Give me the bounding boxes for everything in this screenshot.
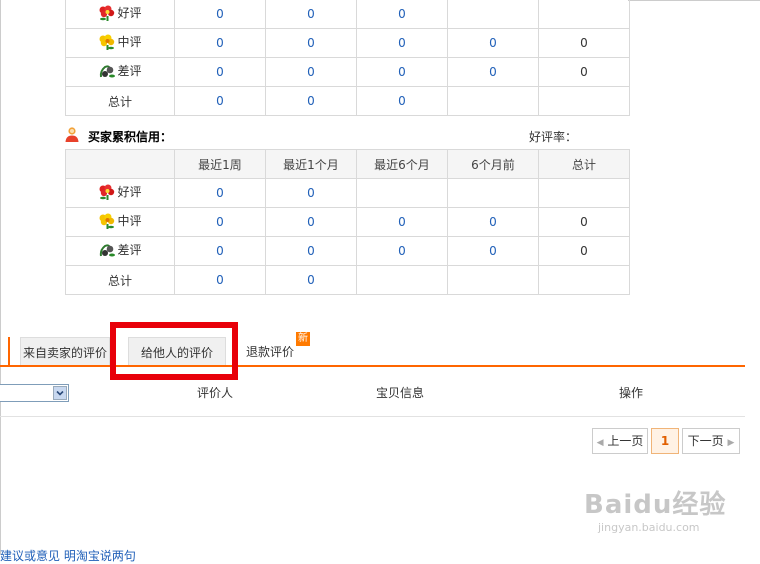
- column-header-item-info: 宝贝信息: [376, 386, 425, 400]
- column-header: [65, 149, 175, 179]
- table-cell[interactable]: 0: [447, 57, 539, 87]
- table-cell[interactable]: 0: [265, 0, 357, 29]
- tab-left-accent: [8, 337, 10, 366]
- table-cell: [538, 86, 630, 116]
- left-border-line: [0, 0, 1, 555]
- buyer-credit-table: 最近1周 最近1个月 最近6个月 6个月前 总计 好评 0 0 中评 0 0 0…: [65, 149, 630, 295]
- chevron-right-icon: ▶: [727, 438, 735, 448]
- table-cell: 0: [538, 207, 630, 237]
- table-cell: [538, 265, 630, 295]
- row-label: 差评: [117, 243, 142, 258]
- column-header: 最近6个月: [356, 149, 448, 179]
- table-cell[interactable]: 0: [356, 28, 448, 58]
- table-cell: [356, 265, 448, 295]
- table-cell[interactable]: 0: [356, 0, 448, 29]
- list-divider: [0, 416, 745, 417]
- row-label: 差评: [117, 64, 142, 79]
- highlight-box: [110, 322, 238, 380]
- table-row: 总计 0 0 0: [65, 86, 630, 116]
- table-cell[interactable]: 0: [356, 57, 448, 87]
- table-row: 差评 0 0 0 0 0: [65, 57, 630, 87]
- table-cell: 0: [538, 57, 630, 87]
- table-cell: 0: [538, 236, 630, 266]
- current-page[interactable]: 1: [651, 428, 679, 454]
- table-row: 好评 0 0 0: [65, 0, 630, 29]
- table-cell[interactable]: 0: [174, 236, 266, 266]
- table-cell: 0: [538, 28, 630, 58]
- positive-rate-label: 好评率：: [529, 130, 578, 144]
- row-label: 中评: [117, 214, 142, 229]
- new-badge: 新: [296, 332, 310, 346]
- prev-page-label: 上一页: [607, 434, 644, 448]
- table-cell[interactable]: 0: [447, 28, 539, 58]
- next-page-label: 下一页: [687, 434, 724, 448]
- table-cell[interactable]: 0: [265, 207, 357, 237]
- table-cell[interactable]: 0: [356, 86, 448, 116]
- row-label: 总计: [65, 86, 175, 116]
- red-flower-icon: [98, 184, 116, 200]
- table-cell: [447, 86, 539, 116]
- table-row: 总计 0 0: [65, 265, 630, 295]
- row-label: 总计: [65, 265, 175, 295]
- column-header-action: 操作: [619, 386, 644, 400]
- table-cell[interactable]: 0: [265, 57, 357, 87]
- column-header-reviewer: 评价人: [197, 386, 234, 400]
- table-cell[interactable]: 0: [174, 86, 266, 116]
- filter-select[interactable]: [0, 384, 69, 402]
- table-cell: [447, 178, 539, 208]
- table-cell[interactable]: 0: [265, 236, 357, 266]
- column-header: 总计: [538, 149, 630, 179]
- watermark-brand: Baidu经验: [584, 490, 727, 520]
- seller-credit-table: 好评 0 0 0 中评 0 0 0 0 0 差评 0 0 0 0 0 总计 0 …: [65, 0, 630, 116]
- table-cell[interactable]: 0: [447, 207, 539, 237]
- tab-from-seller-reviews[interactable]: 来自卖家的评价: [20, 337, 110, 367]
- buyer-avatar-icon: [65, 127, 79, 142]
- chevron-down-icon: [53, 386, 67, 400]
- tab-refund-reviews[interactable]: 退款评价: [240, 337, 300, 367]
- row-label: 好评: [117, 6, 142, 21]
- table-row: 中评 0 0 0 0 0: [65, 207, 630, 237]
- table-row: 中评 0 0 0 0 0: [65, 28, 630, 58]
- column-header: 最近1周: [174, 149, 266, 179]
- watermark-url: jingyan.baidu.com: [598, 521, 700, 534]
- table-cell[interactable]: 0: [174, 207, 266, 237]
- top-right-border: [628, 0, 760, 1]
- table-cell[interactable]: 0: [174, 265, 266, 295]
- table-cell: [447, 0, 539, 29]
- buyer-credit-title: 买家累积信用：: [88, 130, 173, 144]
- column-header: 6个月前: [447, 149, 539, 179]
- table-cell[interactable]: 0: [174, 28, 266, 58]
- table-header-row: 最近1周 最近1个月 最近6个月 6个月前 总计: [65, 149, 630, 179]
- table-cell: [538, 178, 630, 208]
- row-label: 好评: [117, 185, 142, 200]
- wilted-flower-icon: [98, 242, 116, 258]
- baidu-watermark: Baidu经验 jingyan.baidu.com: [584, 484, 726, 534]
- table-cell[interactable]: 0: [356, 236, 448, 266]
- yellow-flower-icon: [98, 34, 116, 50]
- table-cell[interactable]: 0: [265, 178, 357, 208]
- table-cell[interactable]: 0: [174, 178, 266, 208]
- table-cell[interactable]: 0: [265, 265, 357, 295]
- footer-link[interactable]: 建议或意见 明淘宝说两句: [0, 547, 136, 564]
- chevron-left-icon: ◀: [596, 438, 604, 448]
- table-cell[interactable]: 0: [265, 28, 357, 58]
- yellow-flower-icon: [98, 213, 116, 229]
- red-flower-icon: [98, 5, 116, 21]
- next-page-button[interactable]: 下一页 ▶: [682, 428, 740, 454]
- table-cell: [356, 178, 448, 208]
- column-header: 最近1个月: [265, 149, 357, 179]
- row-label: 中评: [117, 35, 142, 50]
- table-cell[interactable]: 0: [356, 207, 448, 237]
- table-cell[interactable]: 0: [265, 86, 357, 116]
- table-row: 好评 0 0: [65, 178, 630, 208]
- table-row: 差评 0 0 0 0 0: [65, 236, 630, 266]
- wilted-flower-icon: [98, 63, 116, 79]
- table-cell[interactable]: 0: [174, 0, 266, 29]
- table-cell: [447, 265, 539, 295]
- table-cell[interactable]: 0: [447, 236, 539, 266]
- table-cell[interactable]: 0: [174, 57, 266, 87]
- table-cell: [538, 0, 630, 29]
- prev-page-button[interactable]: ◀ 上一页: [592, 428, 648, 454]
